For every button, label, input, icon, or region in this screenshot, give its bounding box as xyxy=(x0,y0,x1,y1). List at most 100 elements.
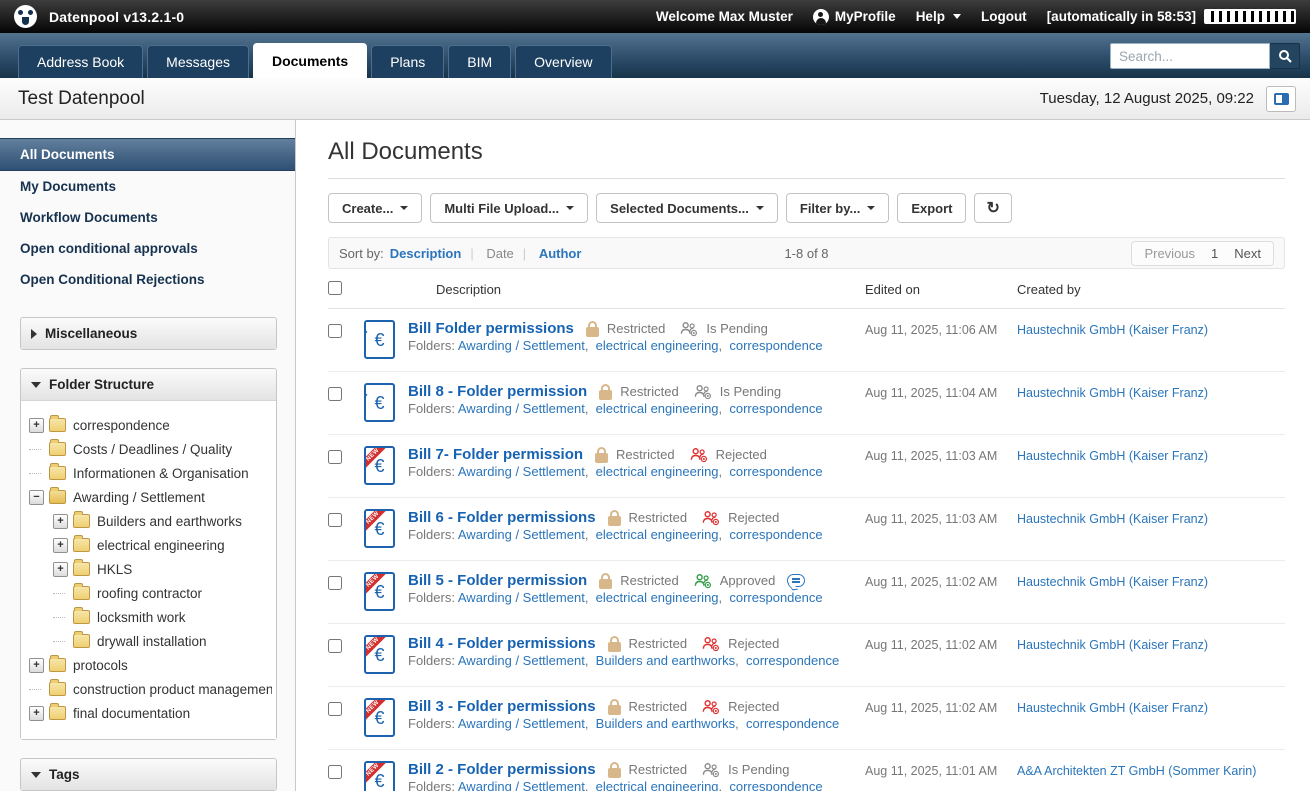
row-folder-link[interactable]: electrical engineering xyxy=(596,590,719,605)
row-folder-link[interactable]: Builders and earthworks xyxy=(596,716,735,731)
tree-toggle-icon[interactable] xyxy=(53,641,65,642)
folder-tree-item[interactable]: Informationen & Organisation xyxy=(29,461,272,485)
folder-tree-item[interactable]: + final documentation xyxy=(29,701,272,725)
row-folder-link[interactable]: correspondence xyxy=(729,464,822,479)
myprofile-link[interactable]: MyProfile xyxy=(813,9,896,25)
created-by-link[interactable]: Haustechnik GmbH (Kaiser Franz) xyxy=(1017,572,1285,589)
folder-tree-item[interactable]: + protocols xyxy=(29,653,272,677)
nav-tab[interactable]: Plans xyxy=(371,45,444,78)
created-by-link[interactable]: A&A Architekten ZT GmbH (Sommer Karin) xyxy=(1017,761,1285,778)
document-title-link[interactable]: Bill 4 - Folder permissions xyxy=(408,635,596,652)
document-title-link[interactable]: Bill 3 - Folder permissions xyxy=(408,698,596,715)
created-by-link[interactable]: Haustechnik GmbH (Kaiser Franz) xyxy=(1017,446,1285,463)
row-folder-link[interactable]: Awarding / Settlement xyxy=(458,527,585,542)
document-title-link[interactable]: Bill 2 - Folder permissions xyxy=(408,761,596,778)
sidebar-nav-item[interactable]: All Documents xyxy=(0,138,295,171)
created-by-link[interactable]: Haustechnik GmbH (Kaiser Franz) xyxy=(1017,383,1285,400)
tree-toggle-icon[interactable] xyxy=(29,689,41,690)
tree-toggle-icon[interactable] xyxy=(29,473,41,474)
row-folder-link[interactable]: Awarding / Settlement xyxy=(458,653,585,668)
sidebar-nav-item[interactable]: My Documents xyxy=(0,171,295,202)
row-checkbox[interactable] xyxy=(328,765,342,779)
toolbar-button[interactable]: Multi File Upload... xyxy=(430,193,588,223)
row-folder-link[interactable]: Builders and earthworks xyxy=(596,653,735,668)
toolbar-button[interactable]: Selected Documents... xyxy=(596,193,778,223)
toolbar-button[interactable]: Export xyxy=(897,193,966,223)
row-folder-link[interactable]: electrical engineering xyxy=(596,401,719,416)
sidebar-nav-item[interactable]: Workflow Documents xyxy=(0,202,295,233)
row-folder-link[interactable]: Awarding / Settlement xyxy=(458,401,585,416)
folder-structure-panel-header[interactable]: Folder Structure xyxy=(21,369,276,400)
created-by-link[interactable]: Haustechnik GmbH (Kaiser Franz) xyxy=(1017,698,1285,715)
row-folder-link[interactable]: correspondence xyxy=(746,653,839,668)
nav-tab[interactable]: Documents xyxy=(253,43,367,78)
folder-tree-item[interactable]: + electrical engineering xyxy=(29,533,272,557)
select-all-checkbox[interactable] xyxy=(328,281,342,295)
row-checkbox[interactable] xyxy=(328,576,342,590)
previous-page-button[interactable]: Previous xyxy=(1144,246,1195,261)
row-folder-link[interactable]: correspondence xyxy=(746,716,839,731)
row-checkbox[interactable] xyxy=(328,639,342,653)
miscellaneous-panel-header[interactable]: Miscellaneous xyxy=(21,318,276,349)
sort-option[interactable]: Description xyxy=(390,246,462,261)
document-title-link[interactable]: Bill 6 - Folder permissions xyxy=(408,509,596,526)
folder-tree-item[interactable]: + Builders and earthworks xyxy=(29,509,272,533)
toolbar-button[interactable]: Filter by... xyxy=(786,193,889,223)
document-title-link[interactable]: Bill Folder permissions xyxy=(408,320,574,337)
nav-tab[interactable]: Messages xyxy=(147,45,249,78)
tree-toggle-icon[interactable]: − xyxy=(29,490,44,505)
sort-option[interactable]: Author xyxy=(514,246,582,261)
tree-toggle-icon[interactable]: + xyxy=(29,418,44,433)
tree-toggle-icon[interactable] xyxy=(53,617,65,618)
folder-tree-item[interactable]: construction product management xyxy=(29,677,272,701)
folder-tree-item[interactable]: − Awarding / Settlement xyxy=(29,485,272,509)
help-menu[interactable]: Help xyxy=(916,9,961,24)
tree-toggle-icon[interactable] xyxy=(53,593,65,594)
search-input[interactable] xyxy=(1110,43,1270,69)
next-page-button[interactable]: Next xyxy=(1234,246,1261,261)
folder-tree-item[interactable]: roofing contractor xyxy=(29,581,272,605)
document-title-link[interactable]: Bill 5 - Folder permission xyxy=(408,572,587,589)
tree-toggle-icon[interactable]: + xyxy=(29,658,44,673)
row-folder-link[interactable]: Awarding / Settlement xyxy=(458,338,585,353)
folder-tree-item[interactable]: + HKLS xyxy=(29,557,272,581)
refresh-button[interactable]: ↻ xyxy=(974,193,1011,223)
tree-toggle-icon[interactable]: + xyxy=(53,538,68,553)
sidebar-nav-item[interactable]: Open Conditional Rejections xyxy=(0,264,295,295)
folder-tree-item[interactable]: drywall installation xyxy=(29,629,272,653)
row-folder-link[interactable]: correspondence xyxy=(729,338,822,353)
nav-tab[interactable]: BIM xyxy=(448,45,511,78)
sidebar-nav-item[interactable]: Open conditional approvals xyxy=(0,233,295,264)
row-checkbox[interactable] xyxy=(328,513,342,527)
tree-toggle-icon[interactable]: + xyxy=(29,706,44,721)
side-panel-toggle-button[interactable] xyxy=(1266,86,1296,112)
row-folder-link[interactable]: Awarding / Settlement xyxy=(458,716,585,731)
comment-icon[interactable] xyxy=(787,574,805,587)
row-folder-link[interactable]: electrical engineering xyxy=(596,464,719,479)
row-folder-link[interactable]: Awarding / Settlement xyxy=(458,590,585,605)
row-folder-link[interactable]: electrical engineering xyxy=(596,779,719,791)
row-checkbox[interactable] xyxy=(328,702,342,716)
folder-tree-item[interactable]: Costs / Deadlines / Quality xyxy=(29,437,272,461)
document-title-link[interactable]: Bill 7- Folder permission xyxy=(408,446,583,463)
nav-tab[interactable]: Address Book xyxy=(18,45,143,78)
tree-toggle-icon[interactable] xyxy=(29,449,41,450)
document-title-link[interactable]: Bill 8 - Folder permission xyxy=(408,383,587,400)
row-checkbox[interactable] xyxy=(328,324,342,338)
row-checkbox[interactable] xyxy=(328,387,342,401)
sort-option[interactable]: Date xyxy=(461,246,513,261)
search-button[interactable] xyxy=(1270,43,1300,69)
row-folder-link[interactable]: correspondence xyxy=(729,401,822,416)
created-by-link[interactable]: Haustechnik GmbH (Kaiser Franz) xyxy=(1017,635,1285,652)
created-by-link[interactable]: Haustechnik GmbH (Kaiser Franz) xyxy=(1017,509,1285,526)
created-by-link[interactable]: Haustechnik GmbH (Kaiser Franz) xyxy=(1017,320,1285,337)
tags-panel-header[interactable]: Tags xyxy=(21,759,276,790)
tree-toggle-icon[interactable]: + xyxy=(53,514,68,529)
row-folder-link[interactable]: Awarding / Settlement xyxy=(458,779,585,791)
row-folder-link[interactable]: Awarding / Settlement xyxy=(458,464,585,479)
nav-tab[interactable]: Overview xyxy=(515,45,611,78)
row-folder-link[interactable]: correspondence xyxy=(729,590,822,605)
row-folder-link[interactable]: correspondence xyxy=(729,527,822,542)
folder-tree-item[interactable]: locksmith work xyxy=(29,605,272,629)
toolbar-button[interactable]: Create... xyxy=(328,193,422,223)
